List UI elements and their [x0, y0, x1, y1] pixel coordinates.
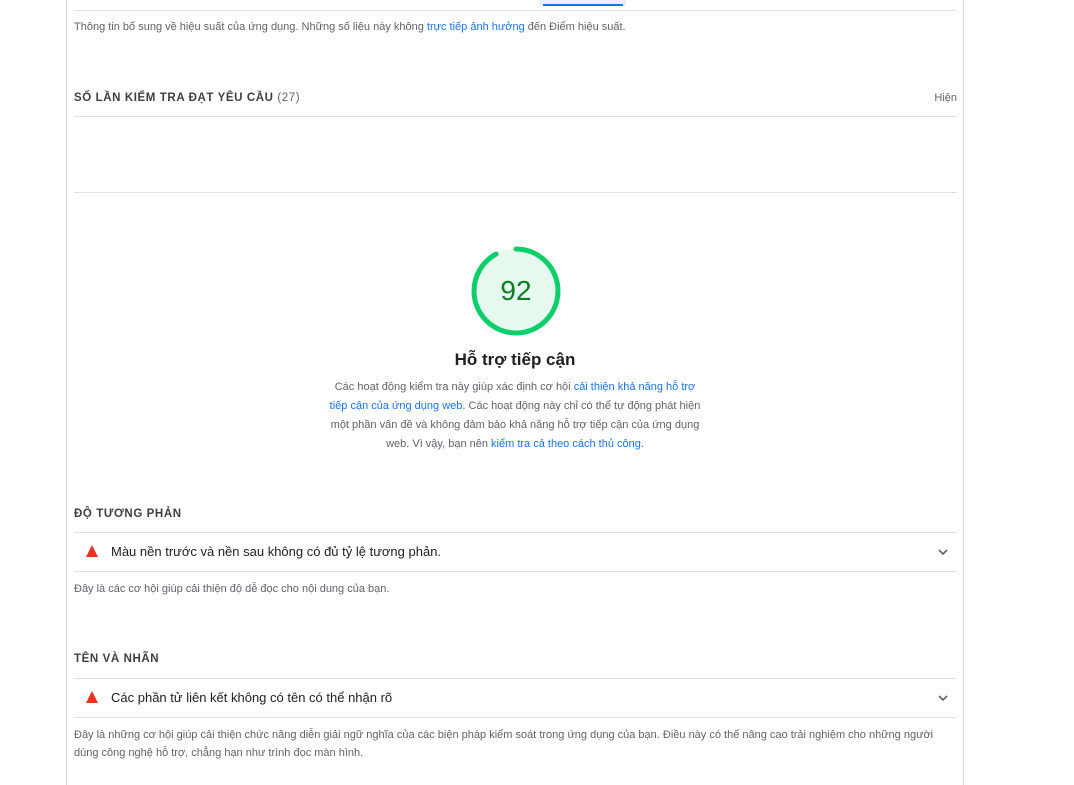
accessibility-desc-text: .	[640, 438, 644, 450]
report-page: Thông tin bổ sung về hiệu suất của ứng d…	[0, 0, 1074, 785]
contrast-description: Đây là các cơ hội giúp cải thiện độ dễ đ…	[74, 583, 390, 595]
accessibility-score-gauge[interactable]: 92	[470, 245, 562, 337]
accessibility-score: 92	[500, 275, 532, 306]
manual-check-link[interactable]: kiểm tra cả theo cách thủ công	[491, 438, 641, 450]
link-name-audit-row[interactable]: Các phần tử liên kết không có tên có thể…	[74, 678, 957, 718]
contrast-audit-label: Màu nền trước và nền sau không có đủ tỷ …	[111, 544, 442, 559]
performance-note-suffix: đến Điểm hiệu suất.	[524, 21, 626, 33]
chevron-down-icon[interactable]	[937, 692, 949, 704]
names-labels-description-line1: Đây là những cơ hội giúp cải thiện chức …	[74, 729, 934, 741]
accessibility-title: Hỗ trợ tiếp cận	[454, 350, 576, 369]
names-labels-section-title: TÊN VÀ NHÃN	[74, 653, 160, 665]
fail-icon	[86, 545, 98, 557]
names-labels-description-line2: dùng công nghệ hỗ trợ, chẳng hạn như trì…	[74, 747, 364, 759]
performance-note-link[interactable]: trực tiếp ảnh hưởng	[427, 21, 525, 33]
performance-note-text: Thông tin bổ sung về hiệu suất của ứng d…	[74, 21, 427, 33]
performance-note: Thông tin bổ sung về hiệu suất của ứng d…	[74, 18, 626, 36]
link-name-audit-label: Các phần tử liên kết không có tên có thể…	[111, 690, 393, 705]
contrast-section-title: ĐỘ TƯƠNG PHẢN	[74, 508, 182, 520]
passed-audits-title[interactable]: SỐ LẦN KIỂM TRA ĐẠT YÊU CẦU (27)	[74, 92, 300, 104]
passed-audits-label: SỐ LẦN KIỂM TRA ĐẠT YÊU CẦU	[74, 92, 274, 104]
divider	[74, 10, 957, 11]
contrast-audit-row[interactable]: Màu nền trước và nền sau không có đủ tỷ …	[74, 532, 957, 572]
accessibility-description: Các hoạt động kiểm tra này giúp xác định…	[325, 378, 705, 454]
accessibility-desc-text: Các hoạt động kiểm tra này giúp xác định…	[334, 381, 574, 393]
passed-audits-count: (27)	[277, 92, 301, 104]
divider	[74, 116, 957, 117]
active-tab-indicator[interactable]	[540, 0, 626, 6]
divider	[74, 192, 957, 193]
show-passed-audits-toggle[interactable]: Hiện	[934, 92, 957, 104]
chevron-down-icon[interactable]	[937, 546, 949, 558]
fail-icon	[86, 691, 98, 703]
